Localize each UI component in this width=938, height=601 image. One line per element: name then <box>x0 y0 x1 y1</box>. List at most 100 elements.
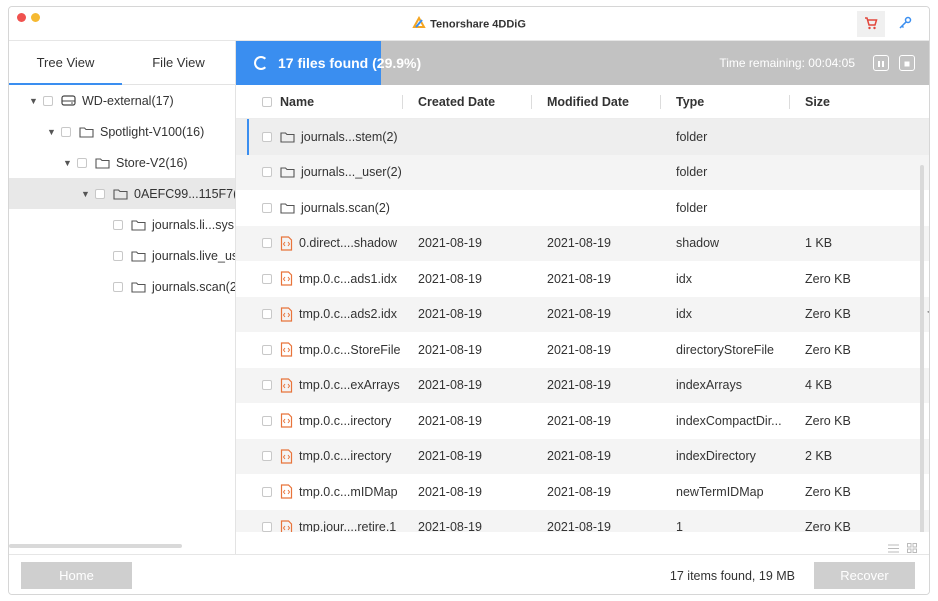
cell-size: Zero KB <box>805 413 851 428</box>
file-icon <box>280 378 293 393</box>
home-button[interactable]: Home <box>21 562 132 589</box>
cell-size: Zero KB <box>805 307 851 322</box>
folder-icon <box>131 281 146 293</box>
cell-created: 2021-08-19 <box>418 520 482 532</box>
cell-modified: 2021-08-19 <box>547 342 611 357</box>
tree-checkbox[interactable] <box>113 281 123 292</box>
panel-collapse-icon[interactable]: ◀ <box>927 307 929 316</box>
row-checkbox[interactable] <box>262 344 272 355</box>
row-checkbox[interactable] <box>262 273 272 284</box>
scan-status-text: 17 files found (29.9%) <box>278 55 422 71</box>
cell-modified: 2021-08-19 <box>547 378 611 393</box>
cell-name: tmp.0.c...mIDMap <box>236 484 402 499</box>
tree-checkbox[interactable] <box>113 250 123 261</box>
tree-checkbox[interactable] <box>61 126 71 137</box>
table-row[interactable]: tmp.0.c...ads2.idx 2021-08-19 2021-08-19 id… <box>236 296 929 332</box>
items-found-status: 17 items found, 19 MB <box>669 569 795 583</box>
row-checkbox[interactable] <box>262 522 272 532</box>
cell-size: Zero KB <box>805 271 851 286</box>
license-key-button[interactable] <box>891 11 919 37</box>
cell-name: 0.direct....shadow <box>236 236 402 251</box>
table-row[interactable]: journals..._user(2) folder <box>236 154 929 190</box>
tree-item-spotlight[interactable]: ▼ Spotlight-V100(16) <box>9 116 235 147</box>
file-name: 0.direct....shadow <box>299 236 397 251</box>
column-header-size[interactable]: Size <box>789 85 911 118</box>
tab-file-view[interactable]: File View <box>122 41 235 84</box>
cell-type: indexDirectory <box>676 449 756 464</box>
row-checkbox[interactable] <box>262 167 272 178</box>
cell-size: 1 KB <box>805 236 833 251</box>
file-icon <box>280 413 293 428</box>
app-window: Tenorshare 4DDiG Tree View File View ▼ W… <box>8 6 930 595</box>
cell-type: directoryStoreFile <box>676 342 774 357</box>
folder-icon <box>131 250 146 262</box>
tree-checkbox[interactable] <box>113 219 123 230</box>
row-checkbox[interactable] <box>262 451 272 462</box>
row-checkbox[interactable] <box>262 380 272 391</box>
tree-item-journals-lisys[interactable]: journals.li...sys <box>9 209 235 240</box>
table-row[interactable]: tmp.0.c...irectory 2021-08-19 2021-08-19 in… <box>236 438 929 474</box>
table-row[interactable]: tmp.0.c...exArrays 2021-08-19 2021-08-19 in… <box>236 367 929 403</box>
cart-icon <box>864 16 878 33</box>
expand-arrow-icon[interactable]: ▼ <box>63 158 72 168</box>
file-icon <box>280 449 293 464</box>
cell-created: 2021-08-19 <box>418 449 482 464</box>
column-header-type[interactable]: Type <box>660 85 789 118</box>
column-label: Name <box>280 94 315 109</box>
row-checkbox[interactable] <box>262 415 272 426</box>
cell-type: shadow <box>676 236 720 251</box>
table-row[interactable]: journals.scan(2) folder <box>236 190 929 226</box>
row-checkbox[interactable] <box>262 131 272 142</box>
tree-item-journals-scan[interactable]: journals.scan(2 <box>9 271 235 302</box>
column-header-modified[interactable]: Modified Date <box>531 85 660 118</box>
cell-modified: 2021-08-19 <box>547 307 611 322</box>
table-row[interactable]: tmp.0.c...mIDMap 2021-08-19 2021-08-19 newT… <box>236 474 929 510</box>
cell-created: 2021-08-19 <box>418 236 482 251</box>
row-checkbox[interactable] <box>262 309 272 320</box>
tree-item-wd-external[interactable]: ▼ WD-external(17) <box>9 85 235 116</box>
expand-arrow-icon[interactable]: ▼ <box>81 189 90 199</box>
expand-arrow-icon[interactable]: ▼ <box>29 96 38 106</box>
tab-tree-view[interactable]: Tree View <box>9 41 122 85</box>
row-checkbox[interactable] <box>262 202 272 213</box>
view-tabs: Tree View File View <box>9 41 235 85</box>
column-label: Created Date <box>418 94 496 109</box>
table-vertical-scrollbar[interactable] <box>920 165 924 532</box>
column-header-created[interactable]: Created Date <box>402 85 531 118</box>
row-checkbox[interactable] <box>262 238 272 249</box>
table-row[interactable]: tmp.0.c...ads1.idx 2021-08-19 2021-08-19 id… <box>236 261 929 297</box>
cell-size: 2 KB <box>805 449 833 464</box>
table-row[interactable]: tmp.0.c...StoreFile 2021-08-19 2021-08-19 d… <box>236 332 929 368</box>
cell-name: tmp.0.c...StoreFile <box>236 342 402 357</box>
select-all-checkbox[interactable] <box>262 96 272 107</box>
tree-checkbox[interactable] <box>77 157 87 168</box>
tree-checkbox[interactable] <box>43 95 53 106</box>
tree-checkbox[interactable] <box>95 188 105 199</box>
cell-modified: 2021-08-19 <box>547 484 611 499</box>
table-row[interactable]: tmp.0.c...irectory 2021-08-19 2021-08-19 in… <box>236 403 929 439</box>
cell-created: 2021-08-19 <box>418 413 482 428</box>
tree-item-journals-live-user[interactable]: journals.live_us <box>9 240 235 271</box>
pause-button[interactable] <box>873 55 889 71</box>
tree-item-0aefc99[interactable]: ▼ 0AEFC99...115F7( <box>9 178 235 209</box>
stop-button[interactable] <box>899 55 915 71</box>
column-label: Type <box>676 94 705 109</box>
row-checkbox[interactable] <box>262 486 272 497</box>
table-row[interactable]: 0.direct....shadow 2021-08-19 2021-08-19 sh… <box>236 225 929 261</box>
table-row[interactable]: journals...stem(2) folder <box>236 119 929 155</box>
cell-size: Zero KB <box>805 484 851 499</box>
tree-item-store-v2[interactable]: ▼ Store-V2(16) <box>9 147 235 178</box>
expand-arrow-icon[interactable]: ▼ <box>47 127 56 137</box>
cart-button[interactable] <box>857 11 885 37</box>
column-header-name[interactable]: Name <box>236 85 402 118</box>
cell-name: journals.scan(2) <box>236 201 402 215</box>
cell-size: Zero KB <box>805 520 851 532</box>
recover-button[interactable]: Recover <box>814 562 915 589</box>
cell-type: 1 <box>676 520 683 532</box>
cell-created: 2021-08-19 <box>418 307 482 322</box>
scan-status: 17 files found (29.9%) <box>254 41 421 85</box>
folder-icon <box>280 166 295 178</box>
cell-name: tmp.0.c...irectory <box>236 449 402 464</box>
tree-horizontal-scrollbar[interactable] <box>9 544 182 548</box>
table-row[interactable]: tmp.jour....retire.1 2021-08-19 2021-08-19… <box>236 509 929 532</box>
